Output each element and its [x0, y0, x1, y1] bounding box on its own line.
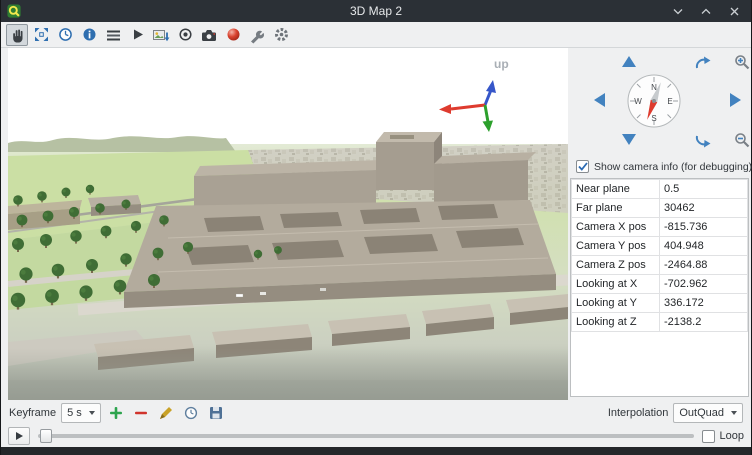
compass-e-label: E	[667, 97, 672, 106]
compass[interactable]: N E S W	[626, 73, 682, 132]
interpolation-select[interactable]: OutQuad	[673, 403, 743, 423]
chevron-down-icon	[89, 411, 95, 415]
compass-s-label: S	[651, 114, 656, 123]
record-icon	[177, 26, 194, 43]
pencil-icon	[159, 406, 173, 420]
small-clock-icon	[184, 406, 198, 420]
table-row: Looking at Z-2138.2	[572, 313, 748, 332]
titlebar[interactable]: 3D Map 2	[1, 0, 751, 22]
animation-timer-button[interactable]	[54, 24, 76, 46]
pan-hand-icon	[9, 27, 26, 43]
export-animation-button[interactable]	[206, 403, 226, 423]
minimize-icon[interactable]	[671, 4, 685, 18]
zoom-in-icon[interactable]	[734, 54, 750, 73]
qgis-logo-icon	[7, 4, 21, 18]
3d-scene-render: up	[8, 48, 568, 400]
play-icon	[129, 26, 146, 43]
keyframe-label: Keyframe	[9, 407, 56, 419]
edit-keyframe-button[interactable]	[156, 403, 176, 423]
nav-up-icon[interactable]	[622, 56, 636, 67]
close-icon[interactable]	[727, 4, 741, 18]
nav-left-icon[interactable]	[594, 93, 605, 107]
camera-navigation-panel: N E S W	[568, 48, 751, 400]
loop-label: Loop	[720, 430, 744, 442]
shadow-effects-button[interactable]	[222, 24, 244, 46]
table-row: Near plane0.5	[572, 180, 748, 199]
interpolation-label: Interpolation	[608, 407, 669, 419]
table-row: Far plane30462	[572, 199, 748, 218]
table-row: Looking at Y336.172	[572, 294, 748, 313]
3d-map-window: 3D Map 2	[0, 0, 752, 455]
clock-icon	[57, 26, 74, 43]
measure-line-button[interactable]	[102, 24, 124, 46]
measure-icon	[105, 27, 122, 43]
compass-w-label: W	[634, 97, 642, 106]
play-animation-button[interactable]	[126, 24, 148, 46]
window-title: 3D Map 2	[1, 4, 751, 18]
play-icon	[16, 432, 23, 440]
zoom-out-icon[interactable]	[734, 132, 750, 151]
checkbox-label: Show camera info (for debugging)	[594, 161, 752, 173]
keyframe-duration-select[interactable]: 5 s	[61, 403, 101, 423]
minus-icon	[134, 406, 148, 420]
identify-button[interactable]	[78, 24, 100, 46]
animation-timeline-bar: Loop	[1, 425, 751, 447]
configure-button[interactable]	[246, 24, 268, 46]
viewport-3d-scene[interactable]: up	[8, 48, 568, 400]
keyframe-time-button[interactable]	[181, 403, 201, 423]
zoom-full-icon	[33, 26, 50, 43]
plus-icon	[109, 406, 123, 420]
zoom-full-button[interactable]	[30, 24, 52, 46]
table-row: Looking at X-702.962	[572, 275, 748, 294]
timeline-slider[interactable]	[38, 428, 694, 444]
save-as-image-button[interactable]	[150, 24, 172, 46]
wrench-icon	[248, 26, 266, 44]
nav-right-icon[interactable]	[730, 93, 741, 107]
floppy-icon	[209, 406, 223, 420]
scene-options-button[interactable]	[270, 24, 292, 46]
window-bottom-edge	[1, 447, 751, 455]
loop-checkbox-box[interactable]	[702, 430, 715, 443]
table-row: Camera Y pos404.948	[572, 237, 748, 256]
3d-map-toolbar	[1, 22, 751, 48]
gear-icon	[273, 26, 290, 43]
add-keyframe-button[interactable]	[106, 403, 126, 423]
show-camera-info-checkbox[interactable]: Show camera info (for debugging)	[576, 160, 752, 173]
tilt-up-icon[interactable]	[694, 56, 711, 73]
red-sphere-icon	[225, 26, 242, 43]
play-timeline-button[interactable]	[8, 427, 30, 445]
loop-checkbox[interactable]: Loop	[702, 430, 744, 443]
checkbox-box[interactable]	[576, 160, 589, 173]
remove-keyframe-button[interactable]	[131, 403, 151, 423]
slider-handle[interactable]	[40, 429, 52, 443]
save-image-icon	[152, 27, 170, 43]
chevron-down-icon	[731, 411, 737, 415]
tilt-down-icon[interactable]	[694, 134, 711, 151]
camera-view-button[interactable]	[198, 24, 220, 46]
table-row: Camera X pos-815.736	[572, 218, 748, 237]
nav-down-icon[interactable]	[622, 134, 636, 145]
axis-up-label: up	[494, 57, 509, 71]
slider-track[interactable]	[38, 434, 694, 438]
maximize-icon[interactable]	[699, 4, 713, 18]
info-icon	[81, 26, 98, 43]
table-row: Camera Z pos-2464.88	[572, 256, 748, 275]
animation-keyframe-bar: Keyframe 5 s	[1, 400, 751, 425]
camera-icon	[200, 27, 218, 43]
record-scene-button[interactable]	[174, 24, 196, 46]
camera-control-pan-button[interactable]	[6, 24, 28, 46]
camera-info-table: Near plane0.5 Far plane30462 Camera X po…	[570, 178, 749, 397]
